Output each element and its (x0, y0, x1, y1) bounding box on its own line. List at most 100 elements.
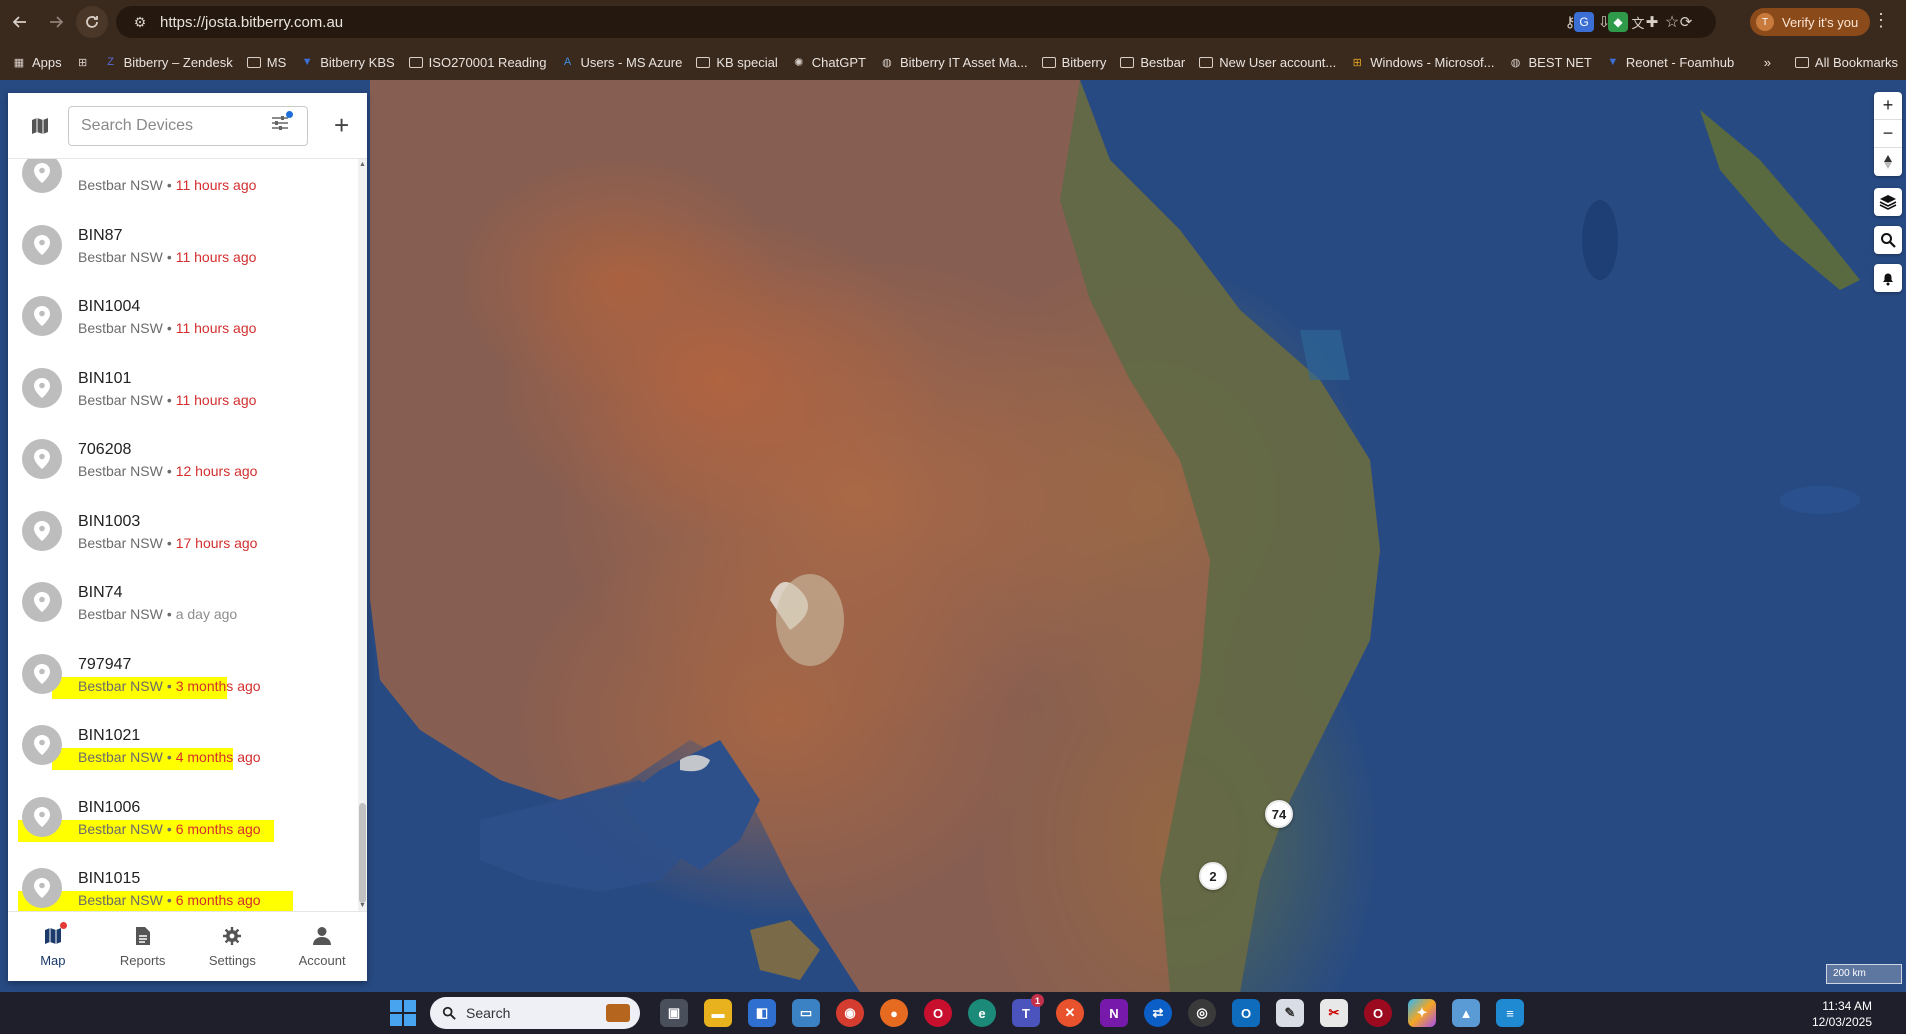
folder-icon (696, 56, 711, 68)
remote-desktop-icon[interactable]: ◧ (748, 999, 776, 1027)
map-search-button[interactable] (1874, 226, 1902, 254)
close-app-icon[interactable]: ✕ (1056, 999, 1084, 1027)
device-list-item[interactable]: BIN1004 Bestbar NSW • 11 hours ago (8, 280, 358, 352)
bookmark-item[interactable]: ◍ Bitberry IT Asset Ma... (880, 55, 1027, 70)
file-explorer-icon[interactable]: ▬ (704, 999, 732, 1027)
bookmark-item[interactable]: ◍ BEST NET (1509, 55, 1592, 70)
address-bar[interactable]: ⚙ https://josta.bitberry.com.au (116, 6, 1716, 38)
opera-gx-icon[interactable]: O (1364, 999, 1392, 1027)
location-pin-icon (22, 725, 62, 765)
paint-icon[interactable]: ✎ (1276, 999, 1304, 1027)
teamviewer-icon[interactable]: ⇄ (1144, 999, 1172, 1027)
nav-reports[interactable]: Reports (98, 912, 188, 981)
all-bookmarks-label: All Bookmarks (1814, 54, 1898, 70)
device-list-item[interactable]: BIN74 Bestbar NSW • a day ago (8, 566, 358, 638)
list-scrollbar[interactable]: ▲ ▼ (358, 159, 367, 911)
photos-icon[interactable]: ▲ (1452, 999, 1480, 1027)
map-cluster-marker[interactable]: 74 (1265, 800, 1293, 828)
map-cluster-marker[interactable]: 2 (1199, 862, 1227, 890)
map-toggle-button[interactable] (20, 116, 60, 136)
device-list-item[interactable]: Bestbar NSW • 11 hours ago (8, 159, 358, 209)
extensions-puzzle-icon[interactable]: ✚ (1642, 12, 1662, 32)
device-list-item[interactable]: BIN87 Bestbar NSW • 11 hours ago (8, 209, 358, 281)
windows-start-icon[interactable] (390, 1000, 416, 1026)
last-seen-time: 3 months ago (175, 677, 261, 694)
scroll-up-icon[interactable]: ▲ (358, 161, 367, 168)
location-pin-icon (22, 653, 62, 694)
onenote-icon[interactable]: N (1100, 999, 1128, 1027)
browser-menu-icon[interactable]: ⋮ (1872, 10, 1890, 31)
device-name: BIN1003 (78, 512, 141, 530)
device-subtitle: Bestbar NSW • 17 hours ago (78, 535, 257, 551)
nav-map[interactable]: Map (8, 912, 98, 981)
bookmark-item[interactable]: ▼ Reonet - Foamhub (1606, 55, 1734, 70)
bookmark-item[interactable]: ▦ Apps (12, 55, 62, 70)
nav-account[interactable]: Account (277, 912, 367, 981)
device-list-item[interactable]: BIN101 Bestbar NSW • 11 hours ago (8, 352, 358, 424)
bookmark-item[interactable]: Bitberry (1041, 55, 1106, 70)
display-icon[interactable]: ▭ (792, 999, 820, 1027)
firefox-icon[interactable]: ● (880, 999, 908, 1027)
bookmark-item[interactable]: Z Bitberry – Zendesk (104, 55, 232, 70)
zoom-out-button[interactable]: − (1874, 120, 1902, 148)
reload-button[interactable] (76, 6, 108, 38)
layers-button[interactable] (1874, 188, 1902, 216)
compass-button[interactable] (1874, 148, 1902, 176)
separator-dot: • (166, 606, 172, 622)
outlook-icon[interactable]: O (1232, 999, 1260, 1027)
bookmark-item[interactable]: MS (246, 55, 286, 70)
bookmark-item[interactable]: ISO270001 Reading (408, 55, 546, 70)
bookmark-item[interactable]: KB special (696, 54, 778, 70)
bookmark-item[interactable]: ▼ Bitberry KBS (300, 55, 395, 70)
forward-button[interactable] (40, 6, 72, 38)
device-list-item[interactable]: BIN1003 Bestbar NSW • 17 hours ago (8, 495, 358, 567)
location-pin-icon (22, 868, 62, 908)
bookmark-label: KB special (716, 54, 778, 70)
device-list-item[interactable]: BIN1015 Bestbar NSW • 6 months ago (8, 852, 358, 911)
bookmarks-overflow-icon[interactable]: » (1764, 55, 1771, 70)
teams-icon[interactable]: T1 (1012, 994, 1044, 1027)
last-seen-time: 11 hours ago (175, 320, 257, 336)
bookmark-item[interactable]: ⊞ Windows - Microsof... (1350, 55, 1495, 70)
task-view-icon[interactable]: ▣ (660, 999, 688, 1027)
device-search[interactable] (68, 105, 308, 146)
site-info-icon[interactable]: ⚙ (126, 14, 154, 31)
address-url[interactable]: https://josta.bitberry.com.au (160, 14, 343, 31)
bookmark-item[interactable]: A Users - MS Azure (560, 55, 683, 70)
nav-settings[interactable]: Settings (188, 912, 278, 981)
bookmark-item[interactable]: Bestbar (1120, 55, 1185, 70)
bookmark-item[interactable]: ✺ ChatGPT (792, 55, 866, 70)
search-input[interactable] (81, 116, 261, 135)
bookmark-item[interactable]: New User account... (1199, 55, 1336, 70)
chrome-icon[interactable]: ◉ (836, 999, 864, 1027)
filter-button[interactable] (271, 111, 293, 136)
verify-profile-button[interactable]: T Verify it's you (1750, 8, 1871, 36)
scrollbar-thumb[interactable] (359, 803, 366, 903)
green-extension-icon[interactable]: ◆ (1608, 12, 1628, 32)
back-button[interactable] (4, 6, 36, 38)
bookmark-item[interactable]: ⊞ (76, 55, 90, 69)
last-seen-time: 6 months ago (175, 820, 261, 837)
obs-icon[interactable]: ◎ (1188, 999, 1216, 1027)
device-name: BIN1004 (78, 298, 141, 315)
extension-icon-group: G ◆ ✚ ⟳ (1574, 12, 1696, 32)
opera-icon[interactable]: O (924, 999, 952, 1027)
profile-sync-icon[interactable]: ⟳ (1676, 12, 1696, 32)
taskbar-search[interactable]: Search (430, 997, 640, 1029)
device-list-item[interactable]: 706208 Bestbar NSW • 12 hours ago (8, 423, 358, 495)
device-list-item[interactable]: BIN1006 Bestbar NSW • 6 months ago (8, 781, 358, 853)
scroll-down-icon[interactable]: ▼ (358, 902, 367, 909)
device-list-item[interactable]: 797947 Bestbar NSW • 3 months ago (8, 638, 358, 710)
edge-icon[interactable]: e (968, 999, 996, 1027)
copilot-icon[interactable]: ✦ (1408, 999, 1436, 1027)
alarm-button[interactable] (1874, 264, 1902, 292)
device-list-item[interactable]: BIN1021 Bestbar NSW • 4 months ago (8, 709, 358, 781)
zoom-in-button[interactable]: + (1874, 92, 1902, 120)
system-clock[interactable]: 11:34 AM 12/03/2025 (1812, 998, 1872, 1030)
snipping-tool-icon[interactable]: ✂ (1320, 999, 1348, 1027)
notepad-icon[interactable]: ≡ (1496, 999, 1524, 1027)
device-name: BIN101 (78, 369, 132, 387)
add-device-button[interactable]: + (334, 110, 349, 141)
google-translate-ext-icon[interactable]: G (1574, 12, 1594, 32)
all-bookmarks-button[interactable]: All Bookmarks (1794, 54, 1898, 70)
